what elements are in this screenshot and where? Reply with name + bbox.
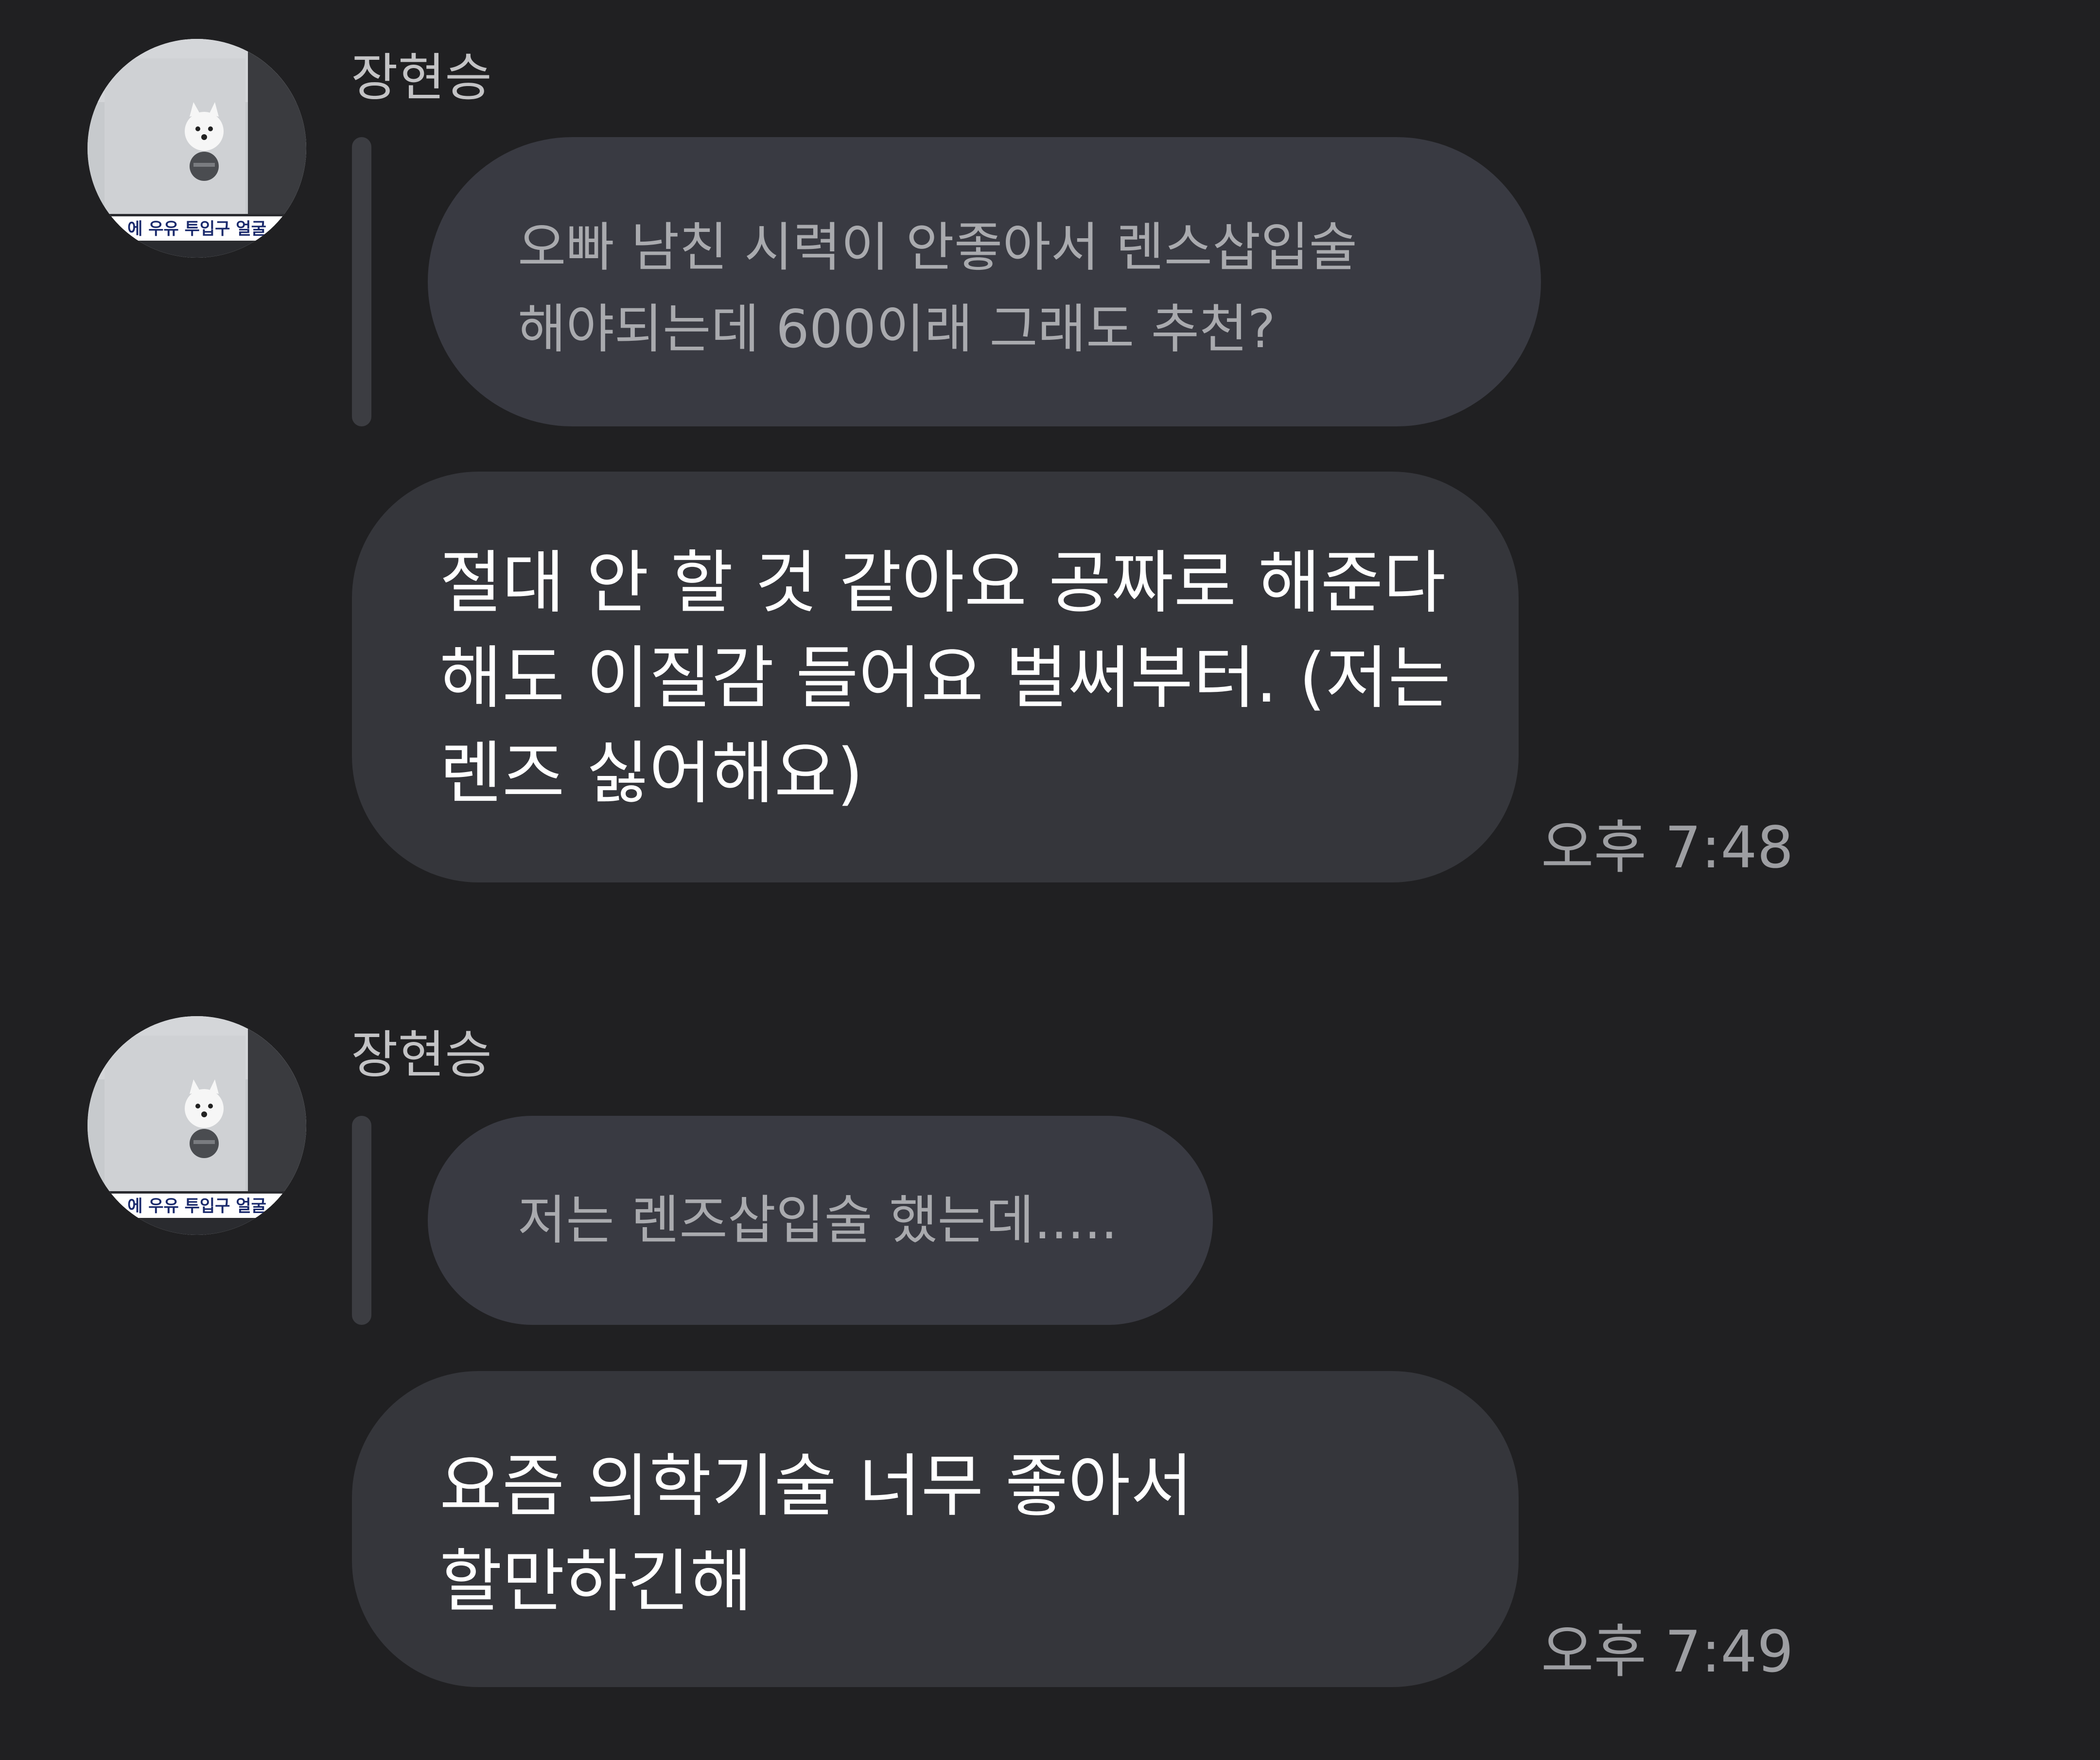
quoted-message[interactable]: 저는 렌즈삽입술 했는데..... <box>428 1116 1213 1325</box>
svg-text:에 우유 투입구 얼굴: 에 우유 투입구 얼굴 <box>127 1197 266 1216</box>
message-time: 오후 7:49 <box>1541 1618 1794 1685</box>
avatar-photo-icon: 에 우유 투입구 얼굴 <box>88 1016 306 1235</box>
avatar-photo-icon: 에 우유 투입구 얼굴 <box>88 39 306 258</box>
reply-bar <box>352 1116 371 1325</box>
message-time: 오후 7:48 <box>1541 814 1794 881</box>
sender-name: 장현승 <box>351 48 492 107</box>
message-bubble[interactable]: 절대 안 할 것 같아요 공짜로 해준다 해도 이질감 들어요 벌써부터. (저… <box>352 472 1519 882</box>
svg-text:에 우유 투입구 얼굴: 에 우유 투입구 얼굴 <box>127 219 266 239</box>
message-bubble[interactable]: 요즘 의학기술 너무 좋아서 할만하긴해 <box>352 1371 1519 1687</box>
reply-bar <box>352 137 371 426</box>
avatar[interactable]: 에 우유 투입구 얼굴 <box>88 39 306 258</box>
sender-name: 장현승 <box>351 1025 492 1085</box>
quoted-message[interactable]: 오빠 남친 시력이 안좋아서 렌스삽입술 해야되는데 600이래 그래도 추천? <box>428 137 1541 426</box>
avatar[interactable]: 에 우유 투입구 얼굴 <box>88 1016 306 1235</box>
